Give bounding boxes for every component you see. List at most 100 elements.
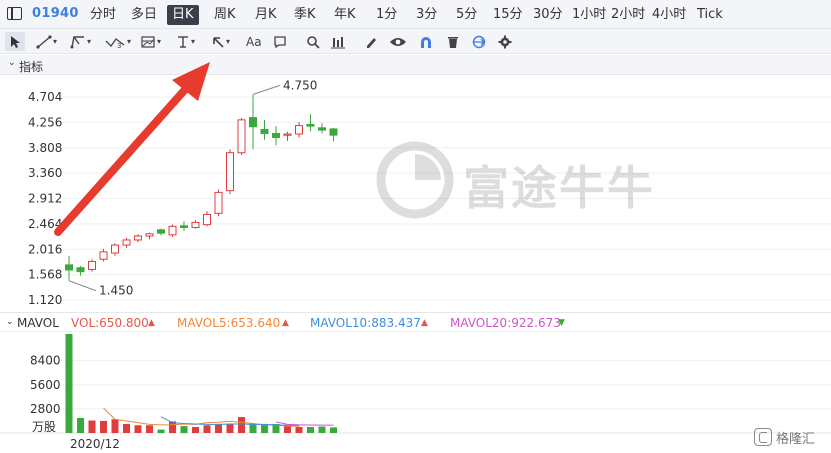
zoom-icon[interactable] — [306, 32, 320, 51]
arrow-tool-icon[interactable]: ▾ — [211, 32, 230, 51]
candle[interactable] — [191, 220, 200, 229]
cursor-icon[interactable] — [5, 32, 25, 51]
volume-bar[interactable] — [88, 420, 96, 433]
tab-weekly-k[interactable]: 周K — [214, 5, 236, 25]
candle-body — [249, 117, 257, 128]
volume-bar[interactable] — [134, 425, 142, 433]
candle[interactable] — [214, 189, 223, 217]
candle[interactable] — [88, 259, 96, 272]
chevron-down-icon[interactable]: ⌄ — [8, 58, 16, 68]
tab-30min[interactable]: 30分 — [533, 5, 563, 25]
candle-body — [65, 264, 73, 271]
fib-grid-icon[interactable]: ▾ — [140, 32, 161, 51]
volume-bar[interactable] — [215, 423, 222, 433]
settings-icon[interactable] — [498, 32, 512, 51]
candle[interactable] — [237, 118, 246, 155]
note-tool-icon[interactable] — [273, 32, 287, 51]
volume-bar[interactable] — [77, 417, 84, 433]
tab-1min[interactable]: 1分 — [376, 5, 397, 25]
volume-bar[interactable] — [203, 425, 211, 433]
volume-bar[interactable] — [330, 427, 337, 433]
sidebar-toggle-icon[interactable] — [7, 7, 22, 20]
tab-1hour[interactable]: 1小时 — [572, 5, 606, 25]
candle[interactable] — [226, 149, 234, 195]
eye-icon[interactable] — [389, 32, 407, 51]
price-range-icon[interactable]: ▾ — [176, 32, 195, 51]
price-tick-label: 4.256 — [28, 115, 62, 129]
tab-3min[interactable]: 3分 — [416, 5, 437, 25]
tab-yearly-k[interactable]: 年K — [334, 5, 356, 25]
tab-15min[interactable]: 15分 — [493, 5, 523, 25]
tab-tick[interactable]: Tick — [697, 5, 723, 25]
candle[interactable] — [157, 228, 165, 236]
line-tool-icon[interactable]: ▾ — [36, 32, 57, 51]
volume-tick-label: 5600 — [30, 378, 61, 392]
chart-add-icon[interactable] — [330, 32, 346, 51]
price-chart-pane[interactable]: 4.704 4.256 3.808 3.360 2.912 2.464 2.016 1.568… — [0, 76, 831, 312]
candle[interactable] — [329, 127, 338, 142]
volume-bar[interactable] — [284, 426, 291, 433]
volume-bar[interactable] — [65, 334, 73, 433]
tab-quarterly-k[interactable]: 季K — [294, 5, 316, 25]
volume-bar[interactable] — [192, 426, 199, 433]
price-tick-label: 2.464 — [28, 217, 62, 231]
tab-monthly-k[interactable]: 月K — [255, 5, 277, 25]
candle[interactable] — [283, 131, 292, 141]
candle[interactable] — [111, 243, 119, 256]
volume-bar[interactable] — [261, 424, 268, 433]
volume-bar[interactable] — [123, 423, 130, 433]
volume-bar[interactable] — [295, 426, 303, 433]
tab-2hour[interactable]: 2小时 — [611, 5, 645, 25]
candle[interactable] — [272, 126, 280, 146]
pen-icon[interactable] — [364, 32, 378, 51]
candle[interactable] — [145, 232, 154, 240]
volume-bar[interactable] — [318, 426, 326, 433]
sync-icon[interactable] — [471, 32, 487, 51]
candle-body — [237, 119, 246, 154]
volume-bar[interactable] — [238, 417, 245, 433]
volume-bar[interactable] — [226, 424, 234, 433]
indicator-header[interactable]: ⌄ 指标 — [0, 55, 831, 75]
candle-body — [214, 191, 223, 214]
candle-body — [295, 125, 303, 135]
candle[interactable] — [318, 123, 326, 134]
candle-body — [191, 221, 200, 228]
tab-multi-day[interactable]: 多日 — [131, 5, 157, 25]
wave-tool-icon[interactable]: 3 ▾ — [104, 32, 131, 51]
volume-bar[interactable] — [111, 419, 119, 433]
volume-chart-pane[interactable]: 8400 5600 2800 万股 2020/12 — [0, 332, 831, 453]
candle[interactable] — [180, 221, 188, 231]
candle[interactable] — [134, 234, 142, 243]
candle[interactable] — [168, 224, 177, 238]
magnet-icon[interactable] — [418, 32, 434, 51]
tab-5min[interactable]: 5分 — [456, 5, 477, 25]
volume-bar[interactable] — [307, 426, 314, 433]
text-tool-icon[interactable]: Aa — [246, 32, 262, 51]
volume-bar[interactable] — [100, 420, 107, 433]
chevron-down-icon[interactable]: ⌄ — [6, 317, 14, 327]
volume-bar[interactable] — [146, 425, 153, 433]
pitchfork-tool-icon[interactable]: ▾ — [70, 32, 91, 51]
volume-bar[interactable] — [180, 426, 188, 433]
candle[interactable] — [99, 249, 108, 262]
candle[interactable] — [295, 122, 303, 138]
candle-body — [318, 127, 326, 131]
candle-body — [157, 229, 165, 234]
candlestick-chart[interactable]: 4.704 4.256 3.808 3.360 2.912 2.464 2.016 1.568… — [0, 76, 831, 312]
candle[interactable] — [65, 255, 73, 281]
mavol10-value: MAVOL10:883.437 — [310, 316, 421, 330]
candle[interactable] — [249, 94, 257, 150]
candle[interactable] — [122, 237, 131, 248]
volume-chart[interactable]: 8400 5600 2800 万股 2020/12 — [0, 332, 831, 453]
tab-daily-k[interactable]: 日K — [167, 5, 199, 25]
tab-timeshare[interactable]: 分时 — [90, 5, 116, 25]
trash-icon[interactable] — [446, 32, 460, 51]
tab-4hour[interactable]: 4小时 — [652, 5, 686, 25]
mavol20-arrow-icon: ▼ — [558, 318, 565, 328]
mavol10-arrow-icon: ▲ — [421, 318, 428, 328]
volume-bar[interactable] — [157, 429, 165, 433]
candle[interactable] — [203, 211, 211, 227]
period-tab-bar: 01940 分时 多日 日K 周K 月K 季K 年K 1分 3分 5分 15分 … — [0, 0, 831, 29]
mavol5-arrow-icon: ▲ — [282, 318, 289, 328]
volume-bar[interactable] — [249, 423, 257, 433]
